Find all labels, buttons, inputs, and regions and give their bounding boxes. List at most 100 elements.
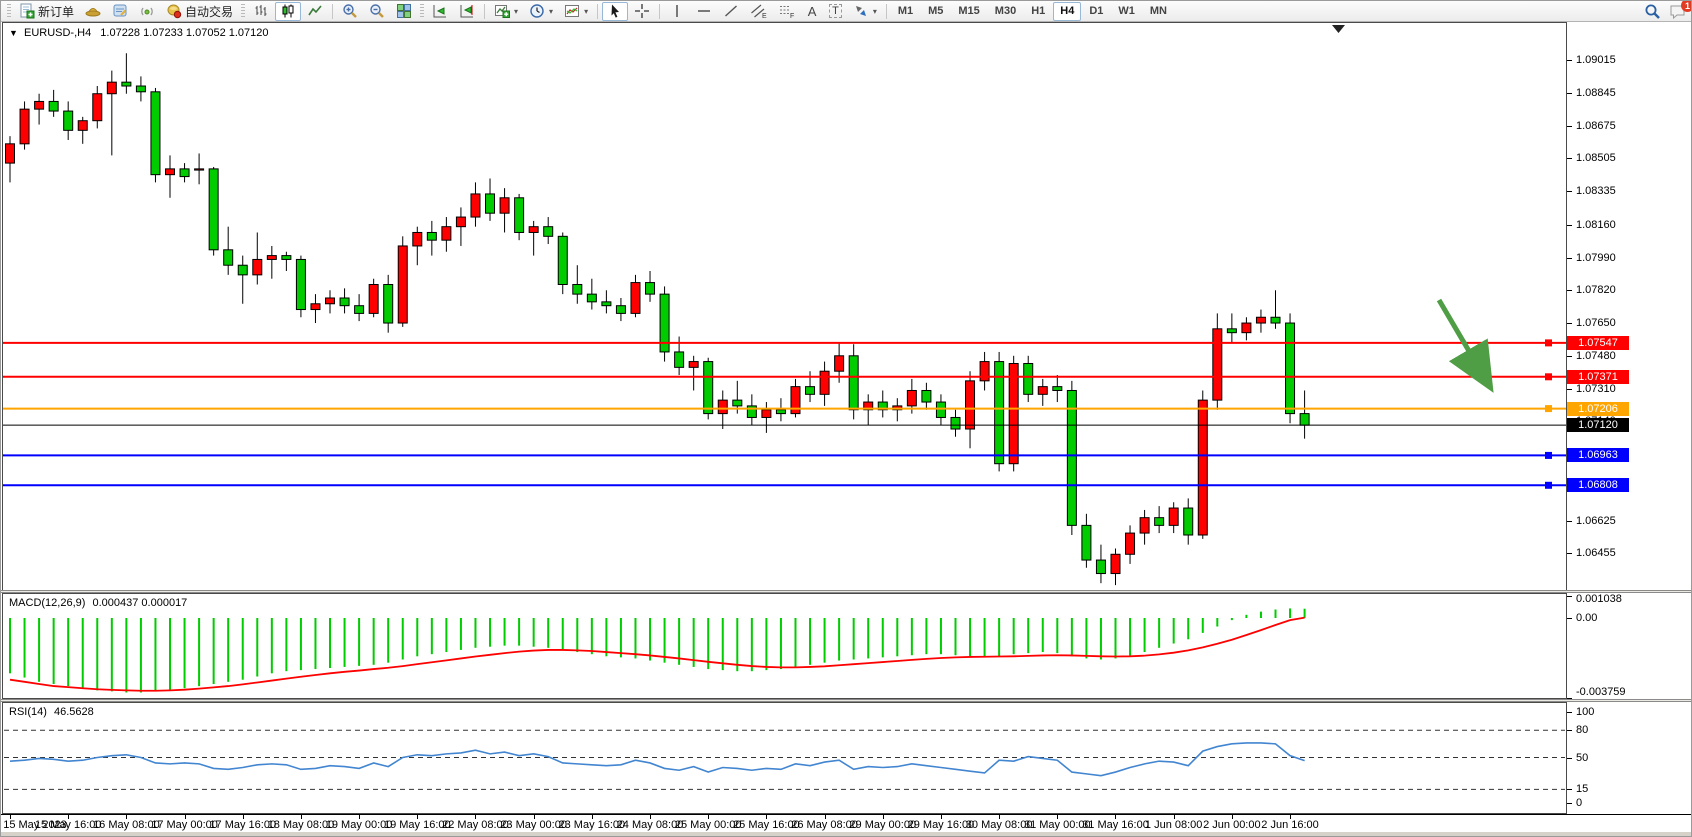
rsi-axis-tick [1567,803,1572,804]
timeframe-m15-button[interactable]: M15 [951,2,986,21]
bear-candle [1286,323,1295,414]
fibonacci-tool-button[interactable]: F [773,2,800,21]
cursor-icon [607,3,623,19]
candlestick-icon [280,3,296,19]
date-tick-label: 18 May 08:00 [268,819,335,831]
timeframe-m1-button[interactable]: M1 [891,2,920,21]
date-tick-label: 19 May 00:00 [326,819,393,831]
fibonacci-icon: F [778,3,795,19]
macd-tick-label: 0.001038 [1576,593,1622,605]
trendline-tool-button[interactable] [718,2,744,21]
text-tool-button[interactable]: A [801,2,823,21]
vertical-line-tool-button[interactable] [664,2,690,21]
search-icon[interactable] [1644,3,1661,20]
svg-text:F: F [790,13,794,19]
timeframe-mn-button[interactable]: MN [1143,2,1174,21]
bull-candle [1140,518,1149,533]
rsi-title-row: RSI(14) 46.5628 [9,706,94,718]
one-click-trading-expander[interactable]: ▼ [9,28,18,38]
zoom-out-button[interactable] [364,2,390,21]
macd-axis[interactable]: 0.0010380.00-0.003759 [1567,593,1692,699]
price-chart-canvas[interactable] [2,22,1567,591]
timeframe-w1-button[interactable]: W1 [1111,2,1142,21]
level-anchor-marker[interactable] [1545,482,1552,489]
arrows-tool-button[interactable]: ▾ [848,2,882,21]
new-order-button[interactable]: 新订单 [14,2,79,21]
bear-candle [849,356,858,410]
bear-candle [544,227,553,237]
signals-button[interactable] [134,2,160,21]
timeframe-h4-button[interactable]: H4 [1053,2,1081,21]
date-tick-label: 30 May 08:00 [966,819,1033,831]
metaeditor-button[interactable] [107,2,133,21]
tile-windows-button[interactable] [391,2,417,21]
bear-candle [936,402,945,417]
bear-candle [296,259,305,309]
bull-candle [1111,554,1120,573]
candlestick-mode-button[interactable] [275,2,301,21]
bar-chart-mode-button[interactable] [248,2,274,21]
crosshair-tool-button[interactable] [629,2,655,21]
zoom-out-icon [369,3,385,19]
autotrading-button[interactable]: 自动交易 [161,2,238,21]
rsi-tick-label: 100 [1576,706,1594,718]
timeframe-h1-button[interactable]: H1 [1024,2,1052,21]
bull-candle [166,169,175,175]
rsi-axis[interactable]: 1008050150 [1567,702,1692,814]
level-anchor-marker[interactable] [1545,452,1552,459]
bear-candle [558,236,567,284]
price-tick-label: 1.06455 [1576,547,1616,559]
bull-candle [1213,329,1222,400]
bear-candle [1184,508,1193,535]
toolbar-separator [659,4,660,19]
date-axis[interactable]: 15 May 202315 May 16:0016 May 08:0017 Ma… [1,814,1692,832]
cursor-tool-button[interactable] [602,2,628,21]
level-anchor-marker[interactable] [1545,373,1552,380]
bear-candle [427,232,436,240]
rsi-tick-label: 15 [1576,783,1588,795]
date-tick-label: 25 May 16:00 [733,819,800,831]
templates-button[interactable]: ▾ [559,2,593,21]
timeframe-m30-button[interactable]: M30 [988,2,1023,21]
bull-candle [1198,400,1207,535]
bull-candle [326,298,335,304]
price-tick-label: 1.08505 [1576,152,1616,164]
autotrading-label: 自动交易 [185,3,233,20]
autotrading-icon [166,3,182,19]
channel-tool-button[interactable]: E [745,2,772,21]
community-button[interactable]: 1 [1669,3,1687,20]
chart-shift-button[interactable] [454,2,480,21]
price-axis-tick [1567,126,1572,127]
macd-title-row: MACD(12,26,9) 0.000437 0.000017 [9,597,187,609]
bear-candle [922,390,931,402]
bull-candle [471,194,480,217]
chevron-down-icon: ▾ [549,7,553,16]
timeframe-d1-button[interactable]: D1 [1082,2,1110,21]
bull-candle [1009,364,1018,464]
bull-candle [6,144,15,163]
market-button[interactable] [80,2,106,21]
rsi-axis-tick [1567,758,1572,759]
text-label-tool-button[interactable]: T [824,2,847,21]
macd-canvas[interactable] [2,593,1567,699]
auto-scroll-button[interactable] [427,2,453,21]
horizontal-line-tool-button[interactable] [691,2,717,21]
level-anchor-marker[interactable] [1545,339,1552,346]
timeframe-m5-button[interactable]: M5 [921,2,950,21]
rsi-canvas[interactable] [2,702,1567,814]
arrow-objects-icon [853,3,869,19]
vertical-line-icon [669,3,685,19]
bear-candle [1227,329,1236,333]
new-order-label: 新订单 [38,3,74,20]
periods-button[interactable]: ▾ [524,2,558,21]
zoom-in-button[interactable] [337,2,363,21]
indicators-button[interactable]: ▾ [489,2,523,21]
level-anchor-marker[interactable] [1545,405,1552,412]
auto-scroll-icon [432,3,448,19]
macd-axis-tick [1567,618,1572,619]
macd-axis-tick [1567,596,1572,597]
price-axis[interactable]: 1.090151.088451.086751.085051.083351.081… [1567,22,1692,591]
date-tick-label: 26 May 08:00 [791,819,858,831]
line-chart-mode-button[interactable] [302,2,328,21]
price-axis-tick [1567,93,1572,94]
